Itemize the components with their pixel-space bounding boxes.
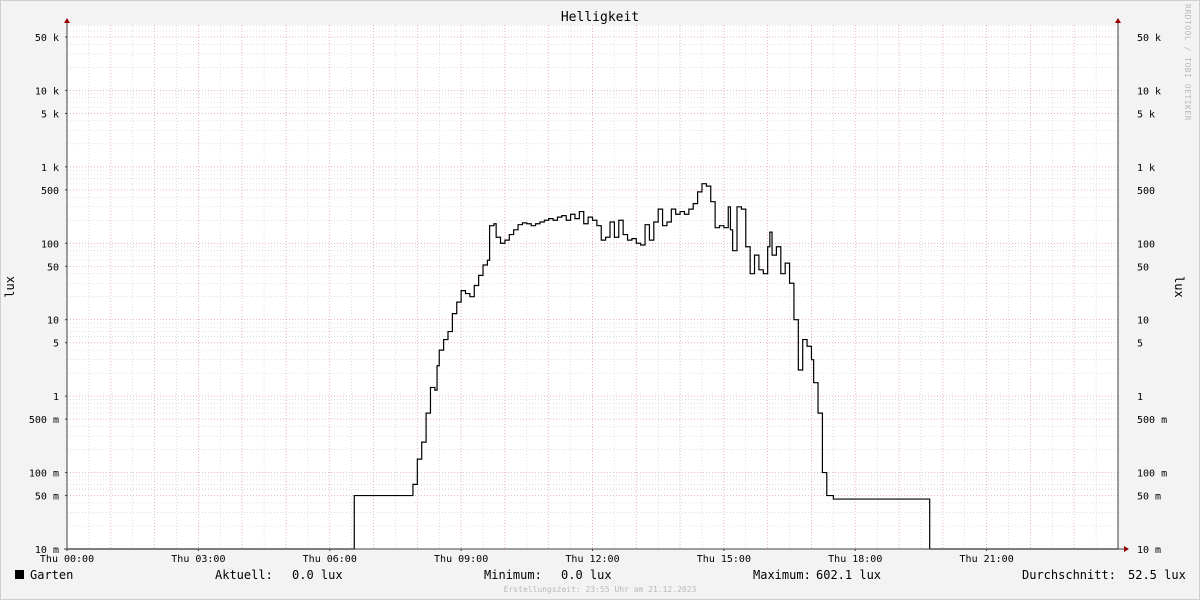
y-tick-label-right: 500 xyxy=(1137,186,1155,197)
y-tick-label-right: 1 k xyxy=(1137,163,1155,174)
chart-canvas: 10 m 50 m 100 m 500 m 1 5 10 50 100 500 1 k 5 k 10 k… xyxy=(29,18,1167,565)
y-tick-label-right: 50 m xyxy=(1137,492,1161,503)
y-tick-label-right: 500 m xyxy=(1137,415,1167,426)
legend-swatch-garten xyxy=(15,570,24,579)
y-tick-label-left: 10 k xyxy=(35,86,59,97)
y-tick-label-left: 5 k xyxy=(41,109,59,120)
legend-max-label: Maximum: xyxy=(753,568,811,582)
y-tick-label-right: 100 xyxy=(1137,239,1155,250)
y-ticks-left: 10 m50 m100 m500 m1510501005001 k5 k10 k… xyxy=(29,33,59,556)
y-axis-arrow-right xyxy=(1115,18,1121,23)
y-tick-label-left: 50 k xyxy=(35,33,59,44)
x-tick-label: Thu 21:00 xyxy=(960,554,1014,565)
creation-timestamp: Erstellungszeit: 23:55 Uhr am 21.12.2023 xyxy=(503,585,697,594)
y-tick-label-right: 5 k xyxy=(1137,109,1155,120)
y-tick-label-right: 10 m xyxy=(1137,545,1161,556)
x-tick-label: Thu 00:00 xyxy=(40,554,94,565)
y-tick-label-left: 1 xyxy=(53,392,59,403)
legend-min-label: Minimum: xyxy=(484,568,542,582)
legend-series-name: Garten xyxy=(30,568,74,582)
legend-min-value: 0.0 lux xyxy=(561,568,612,582)
y-tick-label-left: 10 xyxy=(47,316,59,327)
y-tick-label-left: 100 xyxy=(41,239,59,250)
legend-avg-value: 52.5 lux xyxy=(1128,568,1186,582)
y-tick-label-left: 50 xyxy=(47,262,59,273)
y-tick-label-right: 10 k xyxy=(1137,86,1161,97)
y-tick-label-left: 500 m xyxy=(29,415,59,426)
y-tick-label-right: 100 m xyxy=(1137,469,1167,480)
legend-max-value: 602.1 lux xyxy=(816,568,882,582)
y-ticks-right: 10 m 50 m 100 m 500 m 1 5 10 50 100 500 1 k 5 k 10 k… xyxy=(1137,33,1167,556)
y-tick-label-right: 10 xyxy=(1137,316,1149,327)
x-tick-label: Thu 09:00 xyxy=(434,554,488,565)
x-ticks: Thu 00:00 Thu 03:00 Thu 06:00 Thu 09:00 Thu … xyxy=(40,554,1014,565)
y-tick-label-right: 1 xyxy=(1137,392,1143,403)
legend-avg-label: Durchschnitt: xyxy=(1022,568,1116,582)
x-axis-arrow xyxy=(1124,546,1129,552)
y-tick-label-right: 5 xyxy=(1137,339,1143,350)
y-tick-label-left: 1 k xyxy=(41,163,59,174)
x-tick-label: Thu 06:00 xyxy=(303,554,357,565)
legend-current-label: Aktuell: xyxy=(215,568,273,582)
y-tick-label-left: 5 xyxy=(53,339,59,350)
y-tick-label-left: 100 m xyxy=(29,469,59,480)
x-tick-label: Thu 18:00 xyxy=(828,554,882,565)
y-tick-label-right: 50 k xyxy=(1137,33,1161,44)
y-axis-arrow-left xyxy=(64,18,70,23)
y-tick-label-right: 50 xyxy=(1137,262,1149,273)
x-tick-label: Thu 12:00 xyxy=(565,554,619,565)
y-tick-label-left: 500 xyxy=(41,186,59,197)
x-tick-label: Thu 03:00 xyxy=(171,554,225,565)
legend-current-value: 0.0 lux xyxy=(292,568,343,582)
y-tick-label-left: 50 m xyxy=(35,492,59,503)
x-tick-label: Thu 15:00 xyxy=(697,554,751,565)
